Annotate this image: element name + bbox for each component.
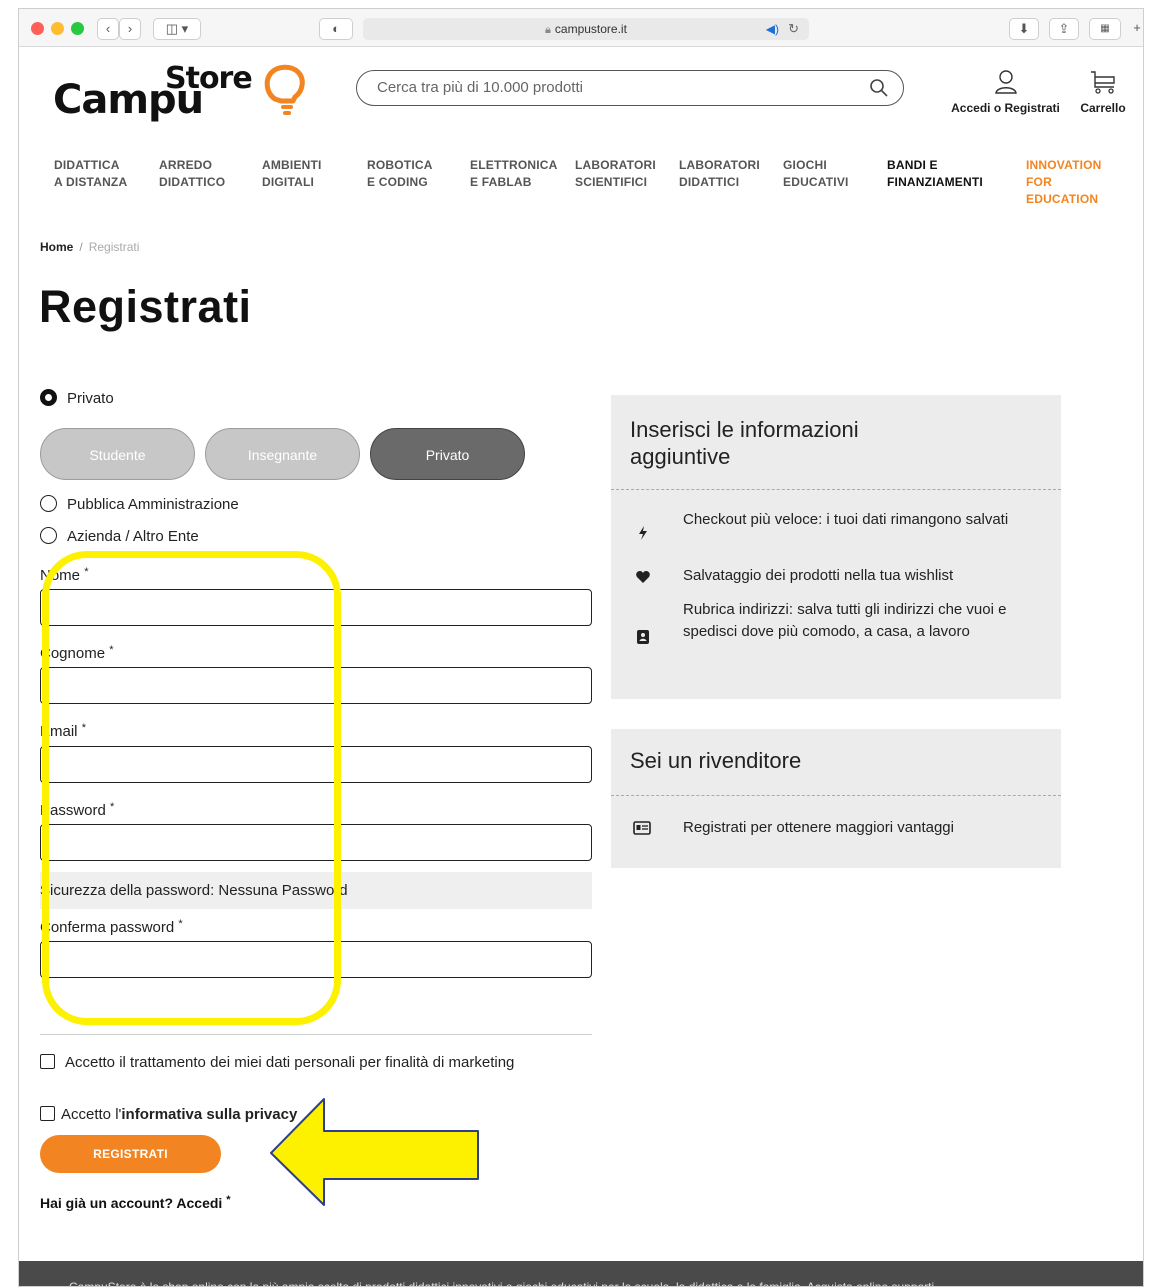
- forward-icon[interactable]: ›: [119, 18, 141, 40]
- radio-unselected-icon[interactable]: [40, 495, 57, 512]
- info-box-title: Inserisci le informazioni aggiuntive: [630, 417, 859, 469]
- new-tab-icon[interactable]: +: [1125, 18, 1143, 40]
- breadcrumb-home[interactable]: Home: [40, 240, 73, 254]
- subtype-button-insegnante[interactable]: Insegnante: [205, 428, 360, 480]
- footer: CampuStore è lo shop online con la più a…: [19, 1261, 1143, 1286]
- search-input[interactable]: [377, 79, 857, 96]
- minimize-window-button[interactable]: [51, 22, 64, 35]
- reseller-box: Sei un rivenditore Registrati per ottene…: [611, 729, 1061, 868]
- radio-unselected-icon[interactable]: [40, 527, 57, 544]
- account-link[interactable]: Accedi o Registrati: [943, 69, 1068, 115]
- nav-item-arredo-didattico[interactable]: ARREDO DIDATTICO: [159, 157, 225, 191]
- nav-item-innovation-for-education[interactable]: INNOVATION FOR EDUCATION: [1026, 157, 1102, 208]
- benefit-checkout: Checkout più veloce: i tuoi dati rimango…: [683, 511, 1009, 528]
- url-text: campustore.it: [554, 22, 627, 36]
- subtype-button-privato[interactable]: Privato: [370, 428, 525, 480]
- subtype-button-studente[interactable]: Studente: [40, 428, 195, 480]
- benefit-wishlist: Salvataggio dei prodotti nella tua wishl…: [683, 567, 954, 584]
- logo-text-store: Store: [165, 61, 253, 96]
- benefit-address-book: Rubrica indirizzi: salva tutti gli indir…: [683, 601, 1007, 640]
- cart-link[interactable]: Carrello: [1073, 69, 1133, 115]
- info-box: Inserisci le informazioni aggiuntive Che…: [611, 395, 1061, 699]
- heart-icon: [636, 571, 650, 583]
- cart-icon: [1091, 71, 1115, 94]
- marketing-checkbox[interactable]: [40, 1054, 55, 1069]
- customer-type-azienda[interactable]: Azienda / Altro Ente: [40, 527, 199, 545]
- campustore-logo[interactable]: Campu Store: [53, 59, 323, 123]
- nav-item-laboratori-scientifici[interactable]: LABORATORI SCIENTIFICI: [575, 157, 656, 191]
- nav-item-ambienti-digitali[interactable]: AMBIENTI DIGITALI: [262, 157, 322, 191]
- privacy-shield-icon[interactable]: ◐: [319, 18, 353, 40]
- form-divider: [40, 1034, 592, 1035]
- search-bar[interactable]: [356, 70, 904, 106]
- reseller-text[interactable]: Registrati per ottenere maggiori vantagg…: [683, 817, 1043, 839]
- bolt-icon: [639, 526, 647, 540]
- address-book-icon: [637, 630, 649, 644]
- account-label: Accedi o Registrati: [951, 101, 1060, 115]
- downloads-icon[interactable]: ⬇: [1009, 18, 1039, 40]
- privacy-consent-text: Accetto l': [61, 1106, 122, 1123]
- privacy-checkbox[interactable]: [40, 1106, 55, 1121]
- breadcrumb-separator: /: [79, 240, 83, 254]
- search-icon[interactable]: [869, 78, 889, 98]
- zoom-window-button[interactable]: [71, 22, 84, 35]
- address-bar[interactable]: 🔒︎ campustore.it ◀) ↻: [363, 18, 809, 40]
- info-box-divider: [611, 489, 1061, 490]
- speaker-icon[interactable]: ◀): [766, 18, 779, 40]
- sidebar-toggle-icon[interactable]: ◫ ▾: [153, 18, 201, 40]
- id-card-icon: [633, 821, 651, 835]
- nav-item-elettronica-e-fablab[interactable]: ELETTRONICA E FABLAB: [470, 157, 558, 191]
- reseller-box-divider: [611, 795, 1061, 796]
- nav-item-didattica-a-distanza[interactable]: DIDATTICA A DISTANZA: [54, 157, 127, 191]
- privacy-consent[interactable]: Accetto l'informativa sulla privacy: [40, 1104, 297, 1125]
- main-navigation: DIDATTICA A DISTANZA ARREDO DIDATTICO AM…: [54, 157, 1124, 217]
- page-title: Registrati: [39, 281, 252, 332]
- lightbulb-icon: [264, 64, 305, 115]
- register-button[interactable]: REGISTRATI: [40, 1135, 221, 1173]
- customer-type-label: Privato: [67, 390, 114, 407]
- breadcrumb-current: Registrati: [88, 240, 140, 254]
- customer-type-label: Pubblica Amministrazione: [67, 496, 239, 513]
- nav-item-bandi-e-finanziamenti[interactable]: BANDI E FINANZIAMENTI: [887, 157, 983, 191]
- lock-icon: 🔒︎: [545, 24, 551, 36]
- nav-item-laboratori-didattici[interactable]: LABORATORI DIDATTICI: [679, 157, 760, 191]
- customer-type-privato[interactable]: Privato: [40, 389, 114, 407]
- customer-type-pubblica-amministrazione[interactable]: Pubblica Amministrazione: [40, 495, 239, 513]
- marketing-consent-text: Accetto il trattamento dei miei dati per…: [65, 1054, 515, 1071]
- nav-item-robotica-e-coding[interactable]: ROBOTICA E CODING: [367, 157, 433, 191]
- share-icon[interactable]: ⇪: [1049, 18, 1079, 40]
- reseller-box-title: Sei un rivenditore: [630, 748, 802, 773]
- close-window-button[interactable]: [31, 22, 44, 35]
- arrow-annotation: [270, 1098, 479, 1206]
- highlight-annotation: [42, 551, 341, 1025]
- browser-toolbar: ‹ › ◫ ▾ ◐ 🔒︎ campustore.it ◀) ↻ ⬇ ⇪ ▦ +: [19, 9, 1143, 47]
- nav-item-giochi-educativi[interactable]: GIOCHI EDUCATIVI: [783, 157, 849, 191]
- customer-type-label: Azienda / Altro Ente: [67, 528, 199, 545]
- tab-overview-icon[interactable]: ▦: [1089, 18, 1121, 40]
- marketing-consent[interactable]: Accetto il trattamento dei miei dati per…: [40, 1052, 560, 1073]
- browser-window: ‹ › ◫ ▾ ◐ 🔒︎ campustore.it ◀) ↻ ⬇ ⇪ ▦ + C…: [18, 8, 1144, 1287]
- breadcrumb: Home / Registrati: [40, 240, 139, 254]
- login-link[interactable]: Hai già un account? Accedi *: [40, 1194, 230, 1211]
- cart-label: Carrello: [1080, 101, 1126, 115]
- radio-selected-icon[interactable]: [40, 389, 57, 406]
- user-icon: [994, 70, 1017, 94]
- back-icon[interactable]: ‹: [97, 18, 119, 40]
- reload-icon[interactable]: ↻: [788, 18, 799, 40]
